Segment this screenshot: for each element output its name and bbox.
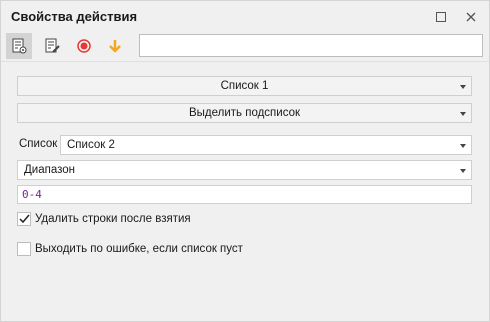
chevron-down-icon bbox=[460, 169, 466, 173]
remove-rows-label: Удалить строки после взятия bbox=[35, 213, 191, 225]
checkmark-icon bbox=[18, 214, 30, 224]
maximize-icon bbox=[436, 12, 446, 22]
mode-value: Диапазон bbox=[24, 164, 75, 176]
title-bar: Свойства действия bbox=[1, 1, 489, 33]
window-title: Свойства действия bbox=[11, 9, 138, 24]
target-list-label: Список bbox=[19, 138, 58, 150]
record-tool-button[interactable] bbox=[71, 33, 97, 59]
exit-on-error-checkbox[interactable] bbox=[17, 242, 31, 256]
chevron-down-icon bbox=[460, 85, 466, 89]
list-select-value: Список 1 bbox=[220, 80, 269, 92]
range-value: 0-4 bbox=[22, 188, 42, 201]
notes-tool-button[interactable] bbox=[39, 33, 65, 59]
range-input[interactable]: 0-4 bbox=[17, 185, 472, 204]
record-icon bbox=[77, 39, 91, 53]
move-down-tool-button[interactable] bbox=[102, 33, 128, 59]
exit-on-error-label: Выходить по ошибке, если список пуст bbox=[35, 243, 243, 255]
properties-icon bbox=[12, 38, 27, 54]
edit-note-icon bbox=[45, 38, 60, 53]
remove-rows-checkbox[interactable] bbox=[17, 212, 31, 226]
action-properties-window: Свойства действия Список 1 Выделить подс… bbox=[0, 0, 490, 322]
operation-dropdown[interactable]: Выделить подсписок bbox=[17, 103, 472, 123]
chevron-down-icon bbox=[460, 112, 466, 116]
maximize-button[interactable] bbox=[431, 7, 451, 27]
arrow-down-icon bbox=[109, 40, 121, 53]
target-list-dropdown[interactable]: Список 2 bbox=[60, 135, 472, 155]
close-icon bbox=[466, 12, 476, 22]
list-select-dropdown[interactable]: Список 1 bbox=[17, 76, 472, 96]
toolbar-text-input[interactable] bbox=[139, 34, 483, 57]
chevron-down-icon bbox=[460, 144, 466, 148]
close-button[interactable] bbox=[461, 7, 481, 27]
properties-tool-button[interactable] bbox=[6, 33, 32, 59]
toolbar bbox=[1, 32, 489, 60]
target-list-value: Список 2 bbox=[67, 139, 115, 151]
operation-value: Выделить подсписок bbox=[188, 107, 301, 119]
separator bbox=[1, 61, 489, 62]
mode-dropdown[interactable]: Диапазон bbox=[17, 160, 472, 180]
